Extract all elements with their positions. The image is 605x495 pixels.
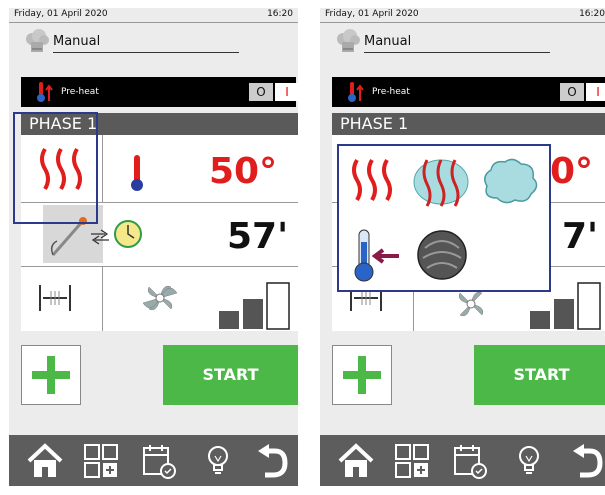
program-underline bbox=[53, 52, 239, 53]
start-button[interactable]: START bbox=[163, 345, 298, 405]
preheat-thermometer-icon bbox=[37, 82, 53, 102]
dry-heat-option-icon[interactable] bbox=[347, 156, 399, 206]
swap-icon bbox=[91, 229, 109, 245]
lightbulb-icon[interactable] bbox=[205, 443, 231, 479]
status-bar: Friday, 01 April 2020 16:20 bbox=[320, 8, 605, 23]
add-phase-button[interactable] bbox=[21, 345, 81, 405]
smoke-option-icon[interactable] bbox=[415, 228, 469, 282]
lightbulb-icon[interactable] bbox=[516, 443, 542, 479]
selection-frame bbox=[13, 112, 98, 224]
cooling-option-icon[interactable] bbox=[353, 228, 405, 284]
preheat-thermometer-icon bbox=[348, 82, 364, 102]
calendar-icon[interactable] bbox=[452, 443, 488, 479]
add-phase-button[interactable] bbox=[332, 345, 392, 405]
status-date: Friday, 01 April 2020 bbox=[14, 9, 108, 19]
time-value[interactable]: 57' bbox=[227, 216, 288, 257]
oven-screen-left: Friday, 01 April 2020 16:20 Manual Pre-h… bbox=[9, 8, 298, 486]
program-underline bbox=[364, 52, 550, 53]
status-bar: Friday, 01 April 2020 16:20 bbox=[9, 8, 298, 23]
damper-icon[interactable] bbox=[37, 283, 73, 313]
divider bbox=[102, 135, 103, 202]
home-icon[interactable] bbox=[336, 443, 376, 479]
preheat-on-toggle[interactable]: I bbox=[586, 83, 605, 101]
plus-icon bbox=[32, 356, 70, 394]
programs-grid-icon[interactable] bbox=[394, 443, 430, 479]
divider bbox=[102, 266, 103, 331]
programs-grid-icon[interactable] bbox=[83, 443, 119, 479]
back-icon[interactable] bbox=[255, 443, 289, 479]
temperature-value[interactable]: 0° bbox=[550, 151, 593, 192]
back-icon[interactable] bbox=[570, 443, 604, 479]
oven-screen-right: Friday, 01 April 2020 16:20 Manual Pre-h… bbox=[320, 8, 605, 486]
plus-icon bbox=[343, 356, 381, 394]
status-time: 16:20 bbox=[267, 9, 293, 19]
heat-mode-popup bbox=[337, 144, 551, 292]
timer-clock-icon[interactable] bbox=[113, 219, 143, 249]
status-time: 16:20 bbox=[579, 9, 605, 19]
phase-header: PHASE 1 bbox=[332, 113, 605, 135]
steam-option-icon[interactable] bbox=[479, 156, 541, 206]
start-button[interactable]: START bbox=[474, 345, 605, 405]
bottom-nav-bar bbox=[9, 435, 298, 486]
chef-hat-icon[interactable] bbox=[23, 28, 51, 56]
preheat-on-toggle[interactable]: I bbox=[275, 83, 298, 101]
preheat-row: Pre-heat O I bbox=[332, 77, 605, 107]
program-name[interactable]: Manual bbox=[53, 34, 100, 49]
preheat-label: Pre-heat bbox=[372, 87, 410, 97]
preheat-label: Pre-heat bbox=[61, 87, 99, 97]
temperature-value[interactable]: 50° bbox=[209, 151, 277, 192]
home-icon[interactable] bbox=[25, 443, 65, 479]
preheat-off-toggle[interactable]: O bbox=[560, 83, 584, 101]
phase-title: PHASE 1 bbox=[340, 114, 409, 133]
combi-steam-heat-option-icon[interactable] bbox=[411, 154, 471, 210]
program-name[interactable]: Manual bbox=[364, 34, 411, 49]
calendar-icon[interactable] bbox=[141, 443, 177, 479]
time-value[interactable]: 7' bbox=[562, 216, 598, 257]
status-date: Friday, 01 April 2020 bbox=[325, 9, 419, 19]
bottom-nav-bar bbox=[320, 435, 605, 486]
preheat-off-toggle[interactable]: O bbox=[249, 83, 273, 101]
preheat-row: Pre-heat O I bbox=[21, 77, 298, 107]
divider bbox=[21, 266, 298, 267]
temperature-icon bbox=[131, 155, 143, 191]
fan-icon[interactable] bbox=[141, 279, 179, 317]
fan-speed-bars-icon[interactable] bbox=[217, 281, 293, 331]
chef-hat-icon[interactable] bbox=[334, 28, 362, 56]
